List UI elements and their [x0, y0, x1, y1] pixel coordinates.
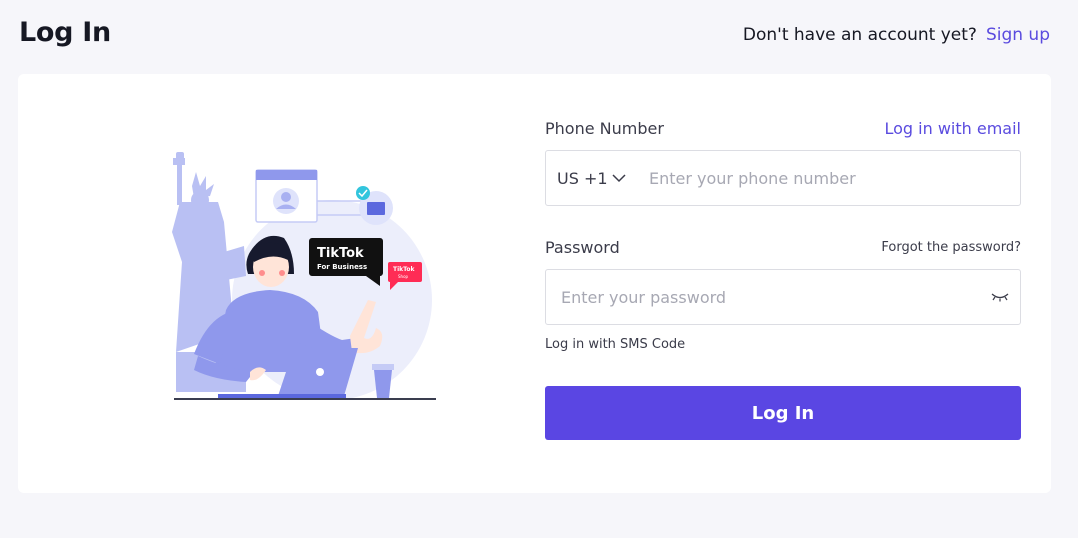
password-label: Password	[545, 237, 620, 257]
tiktok-brand-text: TikTok	[317, 246, 364, 261]
chevron-down-icon	[612, 173, 626, 182]
folder-icon	[367, 202, 385, 215]
password-label-row: Password Forgot the password?	[545, 235, 1021, 259]
shop-sub-text: Shop	[398, 274, 409, 279]
phone-label: Phone Number	[545, 118, 664, 138]
shop-brand-text: TikTok	[393, 266, 416, 273]
country-code-value: US +1	[557, 168, 608, 188]
phone-label-row: Phone Number Log in with email	[545, 116, 1021, 140]
login-button[interactable]: Log In	[545, 386, 1021, 440]
password-field	[545, 269, 1021, 325]
login-illustration: TikTok For Business TikTok Shop	[172, 152, 436, 400]
signup-row: Don't have an account yet? Sign up	[743, 25, 1050, 45]
forgot-password-link[interactable]: Forgot the password?	[881, 240, 1021, 255]
country-code-select[interactable]: US +1	[546, 169, 637, 188]
signup-prompt: Don't have an account yet?	[742, 25, 977, 45]
login-card: TikTok For Business TikTok Shop Phone Nu…	[18, 74, 1051, 493]
page-title: Log In	[19, 17, 111, 48]
email-login-link[interactable]: Log in with email	[885, 119, 1022, 138]
sms-login-link[interactable]: Log in with SMS Code	[545, 337, 1021, 352]
login-form: Phone Number Log in with email US +1 Pas…	[545, 116, 1021, 440]
for-business-text: For Business	[317, 263, 367, 271]
check-icon	[356, 186, 370, 200]
coffee-cup	[372, 364, 394, 398]
phone-field: US +1	[545, 150, 1021, 206]
signup-link[interactable]: Sign up	[986, 25, 1050, 45]
eye-closed-icon[interactable]	[980, 292, 1020, 302]
phone-input[interactable]	[637, 150, 1020, 206]
password-input[interactable]	[546, 269, 980, 325]
